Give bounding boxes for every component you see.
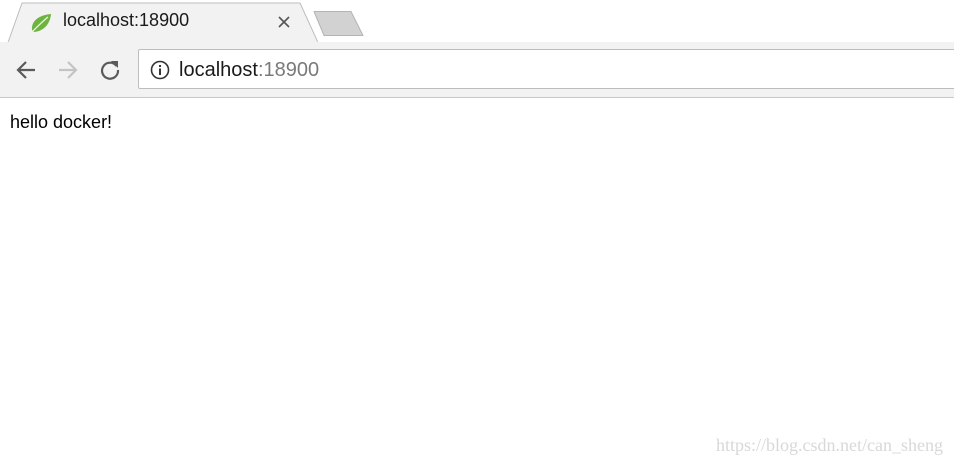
- page-content: hello docker!: [0, 98, 954, 466]
- url-text[interactable]: localhost:18900: [179, 59, 319, 82]
- arrow-left-icon: [16, 61, 35, 79]
- address-bar[interactable]: localhost:18900: [138, 49, 954, 89]
- back-button[interactable]: [12, 56, 40, 84]
- info-icon[interactable]: [150, 60, 170, 80]
- browser-toolbar: localhost:18900: [0, 42, 954, 98]
- tab-strip: localhost:18900: [0, 0, 954, 43]
- url-port: :18900: [257, 59, 320, 81]
- arrow-right-icon: [59, 61, 78, 79]
- close-icon[interactable]: [272, 10, 296, 34]
- new-tab-icon[interactable]: [311, 10, 367, 38]
- reload-button[interactable]: [96, 56, 124, 84]
- url-host: localhost: [179, 59, 258, 81]
- spring-leaf-icon: [31, 14, 51, 32]
- page-body-text: hello docker!: [10, 112, 113, 132]
- watermark: https://blog.csdn.net/can_sheng: [716, 435, 943, 455]
- tab-title: localhost:18900: [63, 10, 190, 30]
- forward-button[interactable]: [54, 56, 82, 84]
- reload-icon: [100, 61, 120, 80]
